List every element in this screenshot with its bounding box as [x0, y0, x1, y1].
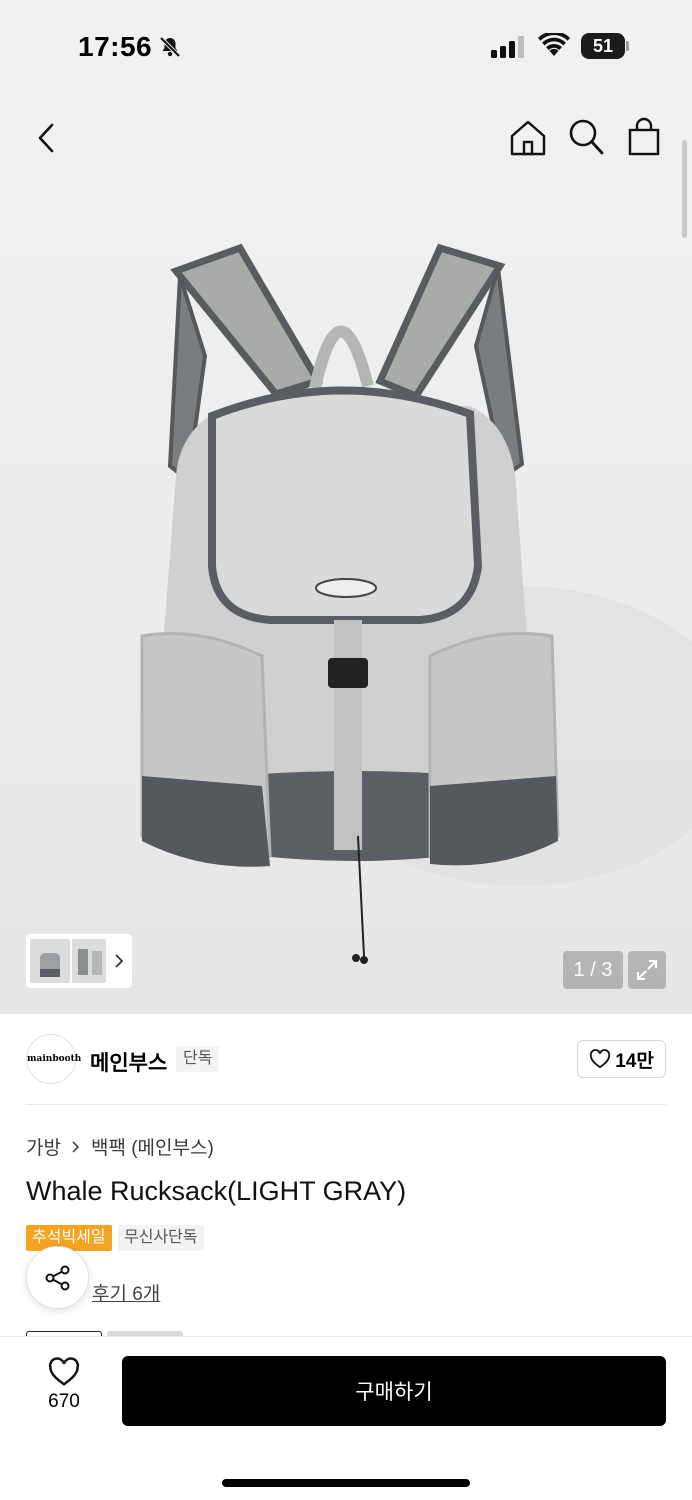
chevron-right-icon[interactable] — [114, 953, 124, 974]
home-icon — [510, 120, 546, 156]
bell-muted-icon — [158, 35, 182, 64]
battery-level: 51 — [592, 36, 614, 56]
brand-logo[interactable]: mainbooth — [26, 1034, 81, 1084]
status-time: 17:56 — [78, 31, 153, 62]
chevron-right-icon — [72, 1140, 80, 1153]
buy-button[interactable]: 구매하기 — [122, 1356, 666, 1426]
breadcrumb: 가방 백팩 (메인부스) — [26, 1133, 214, 1160]
wifi-icon — [538, 31, 570, 62]
expand-icon — [637, 960, 657, 980]
breadcrumb-category[interactable]: 가방 — [26, 1133, 61, 1160]
brand-exclusive-badge: 단독 — [176, 1046, 220, 1072]
chevron-left-icon — [38, 123, 54, 153]
heart-icon — [48, 1357, 80, 1386]
back-button[interactable] — [28, 118, 68, 158]
breadcrumb-subcategory[interactable]: 백팩 (메인부스) — [91, 1133, 214, 1160]
scroll-indicator — [682, 140, 687, 238]
cellular-signal-icon — [491, 36, 525, 63]
brand-name[interactable]: 메인부스 — [90, 1047, 167, 1077]
exclusive-tag: 무신사단독 — [118, 1225, 204, 1251]
divider — [26, 1104, 666, 1105]
backpack-product-image — [140, 243, 692, 964]
heart-icon — [590, 1049, 611, 1069]
product-image-gallery[interactable] — [0, 96, 692, 1014]
expand-image-button[interactable] — [628, 951, 666, 989]
search-icon — [569, 119, 604, 155]
battery-icon: 51 — [581, 33, 629, 59]
shopping-bag-button[interactable] — [624, 116, 664, 158]
product-title: Whale Rucksack(LIGHT GRAY) — [26, 1176, 407, 1206]
home-indicator[interactable] — [222, 1479, 470, 1487]
search-button[interactable] — [566, 116, 606, 158]
thumbnail-strip[interactable] — [26, 934, 132, 988]
share-button[interactable] — [26, 1246, 89, 1309]
image-page-indicator: 1 / 3 — [563, 951, 623, 989]
wishlist-button[interactable]: 670 — [26, 1357, 102, 1421]
share-icon — [45, 1265, 69, 1290]
sale-tag: 추석빅세일 — [26, 1225, 112, 1251]
wishlist-count: 670 — [48, 1391, 80, 1412]
review-link[interactable]: 후기 6개 — [92, 1279, 160, 1306]
shopping-bag-icon — [628, 117, 660, 156]
status-bar: 17:56 51 — [0, 0, 692, 96]
brand-like-count: 14만 — [615, 1050, 654, 1072]
home-button[interactable] — [506, 116, 550, 160]
thumbnail-image[interactable] — [72, 939, 106, 983]
brand-row[interactable]: mainbooth 메인부스 단독 14만 — [26, 1034, 666, 1086]
bottom-action-bar: 670 구매하기 — [0, 1336, 692, 1500]
brand-like-button[interactable]: 14만 — [577, 1040, 666, 1078]
thumbnail-image[interactable] — [30, 939, 70, 983]
